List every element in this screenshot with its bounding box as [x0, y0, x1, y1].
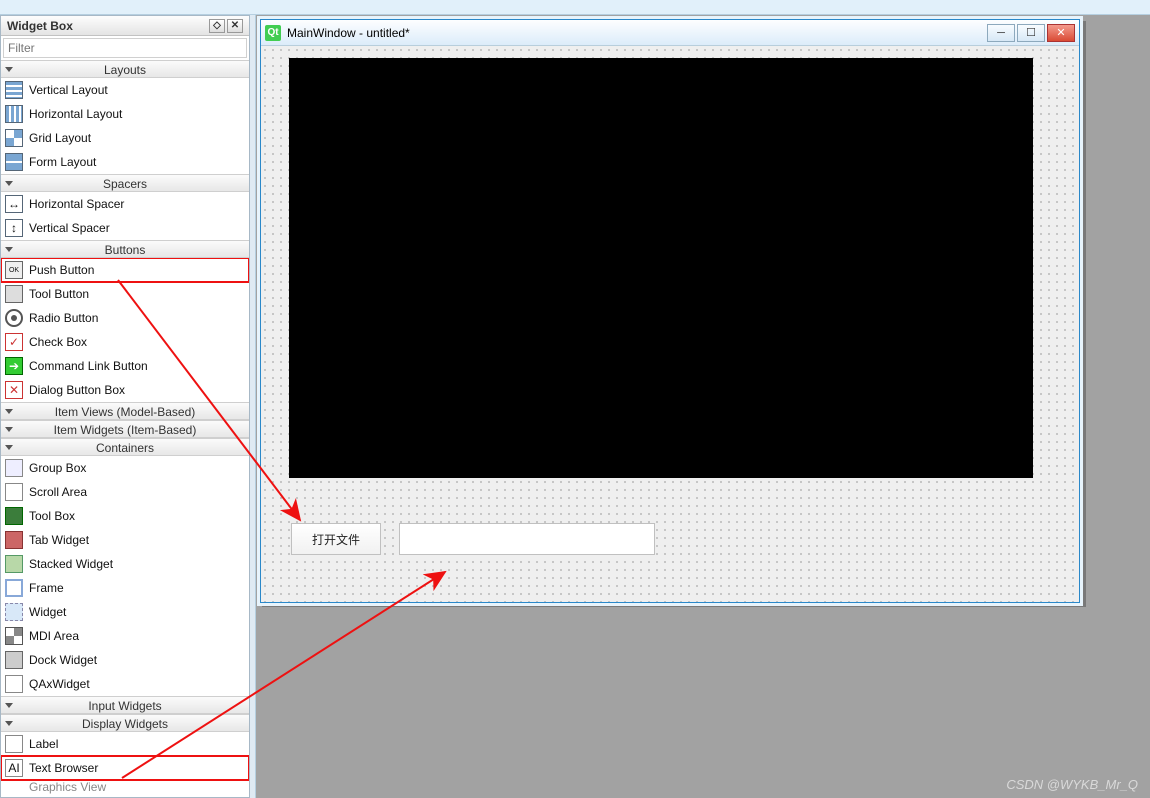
- panel-close-button[interactable]: ✕: [227, 19, 243, 33]
- video-placeholder-widget[interactable]: [289, 58, 1033, 478]
- item-group-box[interactable]: Group Box: [1, 456, 249, 480]
- category-containers[interactable]: Containers: [1, 438, 249, 456]
- stacked-widget-icon: [5, 555, 23, 573]
- item-mdi-area[interactable]: MDI Area: [1, 624, 249, 648]
- mdi-area-icon: [5, 627, 23, 645]
- widget-icon: [5, 603, 23, 621]
- item-vertical-layout[interactable]: Vertical Layout: [1, 78, 249, 102]
- item-scroll-area[interactable]: Scroll Area: [1, 480, 249, 504]
- text-browser-widget[interactable]: [399, 523, 655, 555]
- item-push-button[interactable]: OKPush Button: [1, 258, 249, 282]
- item-vertical-spacer[interactable]: ↕Vertical Spacer: [1, 216, 249, 240]
- widget-box-panel: Widget Box ◇ ✕ Layouts Vertical Layout H…: [0, 15, 250, 798]
- open-file-button[interactable]: 打开文件: [291, 523, 381, 555]
- item-graphics-view[interactable]: Graphics View: [1, 780, 249, 794]
- tool-box-icon: [5, 507, 23, 525]
- push-button-icon: OK: [5, 261, 23, 279]
- tab-widget-icon: [5, 531, 23, 549]
- item-text-browser[interactable]: AIText Browser: [1, 756, 249, 780]
- dialog-button-box-icon: ✕: [5, 381, 23, 399]
- item-qaxwidget[interactable]: QAxWidget: [1, 672, 249, 696]
- watermark-text: CSDN @WYKB_Mr_Q: [1006, 777, 1138, 792]
- item-widget[interactable]: Widget: [1, 600, 249, 624]
- widget-box-title-bar[interactable]: Widget Box ◇ ✕: [1, 16, 249, 36]
- top-toolbar-strip: [0, 0, 1150, 15]
- horizontal-spacer-icon: ↔: [5, 195, 23, 213]
- horizontal-layout-icon: [5, 105, 23, 123]
- item-tab-widget[interactable]: Tab Widget: [1, 528, 249, 552]
- form-layout-icon: [5, 153, 23, 171]
- panel-float-button[interactable]: ◇: [209, 19, 225, 33]
- category-layouts[interactable]: Layouts: [1, 60, 249, 78]
- item-radio-button[interactable]: Radio Button: [1, 306, 249, 330]
- designer-window-titlebar[interactable]: Qt MainWindow - untitled* ─ ☐ ✕: [261, 20, 1079, 46]
- qaxwidget-icon: [5, 675, 23, 693]
- qt-logo-icon: Qt: [265, 25, 281, 41]
- window-close-button[interactable]: ✕: [1047, 24, 1075, 42]
- category-buttons[interactable]: Buttons: [1, 240, 249, 258]
- scroll-area-icon: [5, 483, 23, 501]
- frame-icon: [5, 579, 23, 597]
- command-link-icon: ➔: [5, 357, 23, 375]
- dock-widget-icon: [5, 651, 23, 669]
- window-minimize-button[interactable]: ─: [987, 24, 1015, 42]
- item-stacked-widget[interactable]: Stacked Widget: [1, 552, 249, 576]
- window-maximize-button[interactable]: ☐: [1017, 24, 1045, 42]
- graphics-view-icon: [5, 780, 23, 794]
- widget-box-scroll[interactable]: Layouts Vertical Layout Horizontal Layou…: [1, 60, 249, 797]
- group-box-icon: [5, 459, 23, 477]
- item-grid-layout[interactable]: Grid Layout: [1, 126, 249, 150]
- vertical-spacer-icon: ↕: [5, 219, 23, 237]
- design-canvas-zone: Qt MainWindow - untitled* ─ ☐ ✕ 打开文件: [256, 15, 1150, 798]
- item-command-link-button[interactable]: ➔Command Link Button: [1, 354, 249, 378]
- designer-mainwindow[interactable]: Qt MainWindow - untitled* ─ ☐ ✕ 打开文件: [260, 19, 1080, 603]
- category-display-widgets[interactable]: Display Widgets: [1, 714, 249, 732]
- item-tool-box[interactable]: Tool Box: [1, 504, 249, 528]
- radio-button-icon: [5, 309, 23, 327]
- item-frame[interactable]: Frame: [1, 576, 249, 600]
- text-browser-icon: AI: [5, 759, 23, 777]
- item-form-layout[interactable]: Form Layout: [1, 150, 249, 174]
- check-box-icon: ✓: [5, 333, 23, 351]
- item-tool-button[interactable]: Tool Button: [1, 282, 249, 306]
- item-check-box[interactable]: ✓Check Box: [1, 330, 249, 354]
- grid-layout-icon: [5, 129, 23, 147]
- designer-window-title: MainWindow - untitled*: [287, 26, 410, 40]
- tool-button-icon: [5, 285, 23, 303]
- category-spacers[interactable]: Spacers: [1, 174, 249, 192]
- vertical-layout-icon: [5, 81, 23, 99]
- item-dialog-button-box[interactable]: ✕Dialog Button Box: [1, 378, 249, 402]
- widget-filter-input[interactable]: [3, 38, 247, 58]
- item-label[interactable]: Label: [1, 732, 249, 756]
- item-horizontal-layout[interactable]: Horizontal Layout: [1, 102, 249, 126]
- category-item-views[interactable]: Item Views (Model-Based): [1, 402, 249, 420]
- form-canvas[interactable]: 打开文件: [261, 46, 1079, 602]
- item-horizontal-spacer[interactable]: ↔Horizontal Spacer: [1, 192, 249, 216]
- category-item-widgets[interactable]: Item Widgets (Item-Based): [1, 420, 249, 438]
- label-icon: [5, 735, 23, 753]
- widget-box-title: Widget Box: [7, 16, 73, 36]
- category-input-widgets[interactable]: Input Widgets: [1, 696, 249, 714]
- item-dock-widget[interactable]: Dock Widget: [1, 648, 249, 672]
